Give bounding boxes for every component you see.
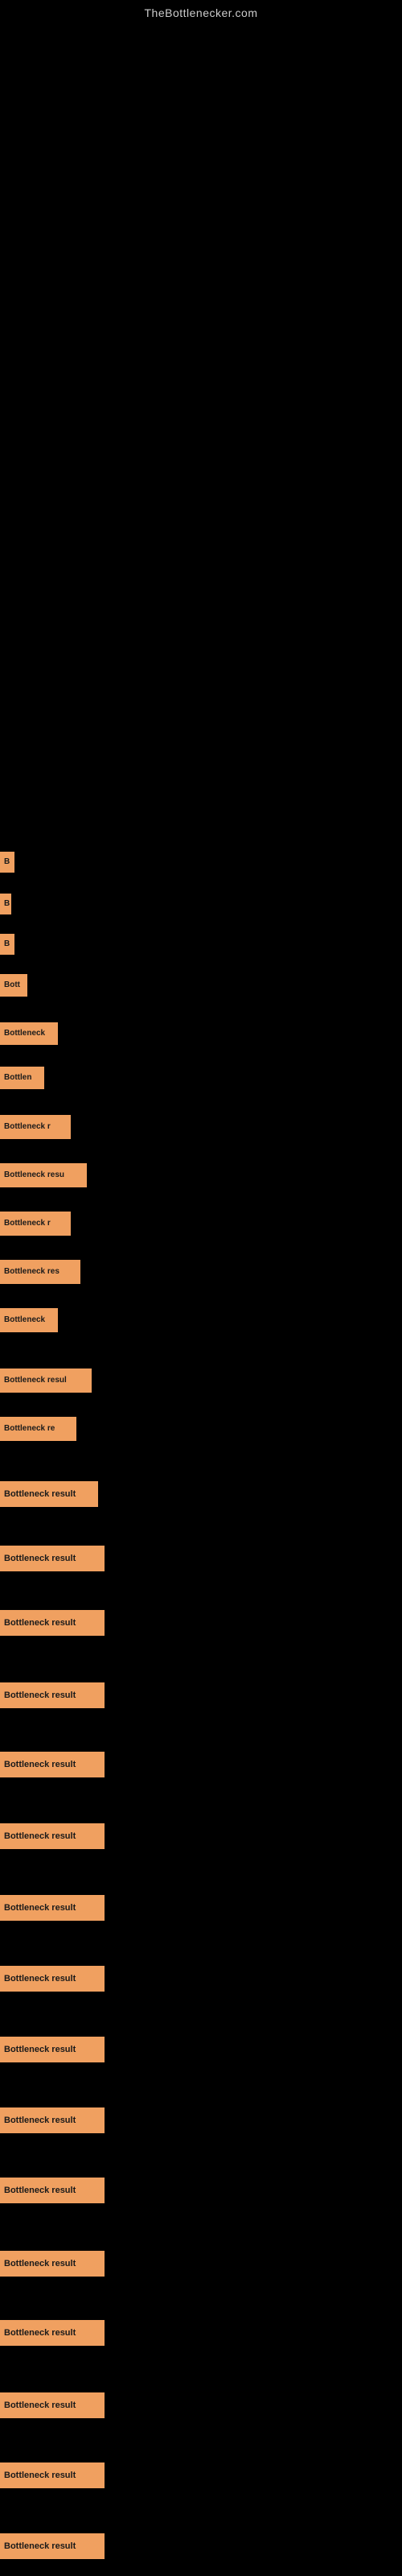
bottleneck-result-label: Bottleneck result <box>0 2178 105 2203</box>
bottleneck-result-label: Bottleneck result <box>0 2251 105 2277</box>
bottleneck-result-label: Bottleneck r <box>0 1212 71 1236</box>
bottleneck-result-label: Bottleneck result <box>0 2533 105 2559</box>
bottleneck-result-label: Bottleneck result <box>0 2462 105 2488</box>
result-row-r23: Bottleneck result <box>0 2107 105 2137</box>
result-row-r5: Bottleneck <box>0 1022 58 1049</box>
result-row-r26: Bottleneck result <box>0 2320 105 2350</box>
result-row-r16: Bottleneck result <box>0 1610 105 1640</box>
result-row-r20: Bottleneck result <box>0 1895 105 1925</box>
result-row-r8: Bottleneck resu <box>0 1163 87 1191</box>
bottleneck-result-label: Bottleneck result <box>0 2320 105 2346</box>
bottleneck-result-label: Bottleneck result <box>0 2392 105 2418</box>
bottleneck-result-label: Bottleneck <box>0 1022 58 1045</box>
site-title: TheBottlenecker.com <box>0 0 402 19</box>
bottleneck-result-label: Bottleneck result <box>0 1752 105 1777</box>
bottleneck-result-label: Bottleneck resu <box>0 1163 87 1187</box>
result-row-r14: Bottleneck result <box>0 1481 98 1511</box>
result-row-r28: Bottleneck result <box>0 2462 105 2492</box>
bottleneck-result-label: Bottleneck re <box>0 1417 76 1441</box>
bottleneck-result-label: Bottleneck result <box>0 1546 105 1571</box>
bottleneck-result-label: Bottleneck result <box>0 1966 105 1992</box>
bottleneck-result-label: Bottleneck <box>0 1308 58 1332</box>
bottleneck-result-label: B <box>0 894 11 914</box>
result-row-r10: Bottleneck res <box>0 1260 80 1288</box>
result-row-r19: Bottleneck result <box>0 1823 105 1853</box>
result-row-r22: Bottleneck result <box>0 2037 105 2066</box>
result-row-r27: Bottleneck result <box>0 2392 105 2422</box>
bottleneck-result-label: B <box>0 934 14 955</box>
result-row-r29: Bottleneck result <box>0 2533 105 2563</box>
result-row-r11: Bottleneck <box>0 1308 58 1336</box>
result-row-r4: Bott <box>0 974 27 1001</box>
result-row-r24: Bottleneck result <box>0 2178 105 2207</box>
result-row-r13: Bottleneck re <box>0 1417 76 1445</box>
result-row-r3: B <box>0 934 14 959</box>
bottleneck-result-label: Bottlen <box>0 1067 44 1089</box>
bottleneck-result-label: Bottleneck resul <box>0 1368 92 1393</box>
result-row-r9: Bottleneck r <box>0 1212 71 1240</box>
result-row-r25: Bottleneck result <box>0 2251 105 2281</box>
result-row-r12: Bottleneck resul <box>0 1368 92 1397</box>
result-row-r18: Bottleneck result <box>0 1752 105 1781</box>
bottleneck-result-label: Bottleneck result <box>0 1895 105 1921</box>
bottleneck-result-label: Bottleneck r <box>0 1115 71 1139</box>
result-row-r6: Bottlen <box>0 1067 44 1093</box>
bottleneck-result-label: Bottleneck result <box>0 2107 105 2133</box>
result-row-r17: Bottleneck result <box>0 1682 105 1712</box>
bottleneck-result-label: Bottleneck result <box>0 1481 98 1507</box>
result-row-r2: B <box>0 894 11 919</box>
bottleneck-result-label: Bott <box>0 974 27 997</box>
result-row-r1: B <box>0 852 14 877</box>
result-row-r21: Bottleneck result <box>0 1966 105 1996</box>
result-row-r7: Bottleneck r <box>0 1115 71 1143</box>
bottleneck-result-label: Bottleneck result <box>0 2037 105 2062</box>
bottleneck-result-label: Bottleneck result <box>0 1682 105 1708</box>
bottleneck-result-label: Bottleneck result <box>0 1610 105 1636</box>
bottleneck-result-label: Bottleneck res <box>0 1260 80 1284</box>
bottleneck-result-label: B <box>0 852 14 873</box>
bottleneck-result-label: Bottleneck result <box>0 1823 105 1849</box>
result-row-r15: Bottleneck result <box>0 1546 105 1575</box>
